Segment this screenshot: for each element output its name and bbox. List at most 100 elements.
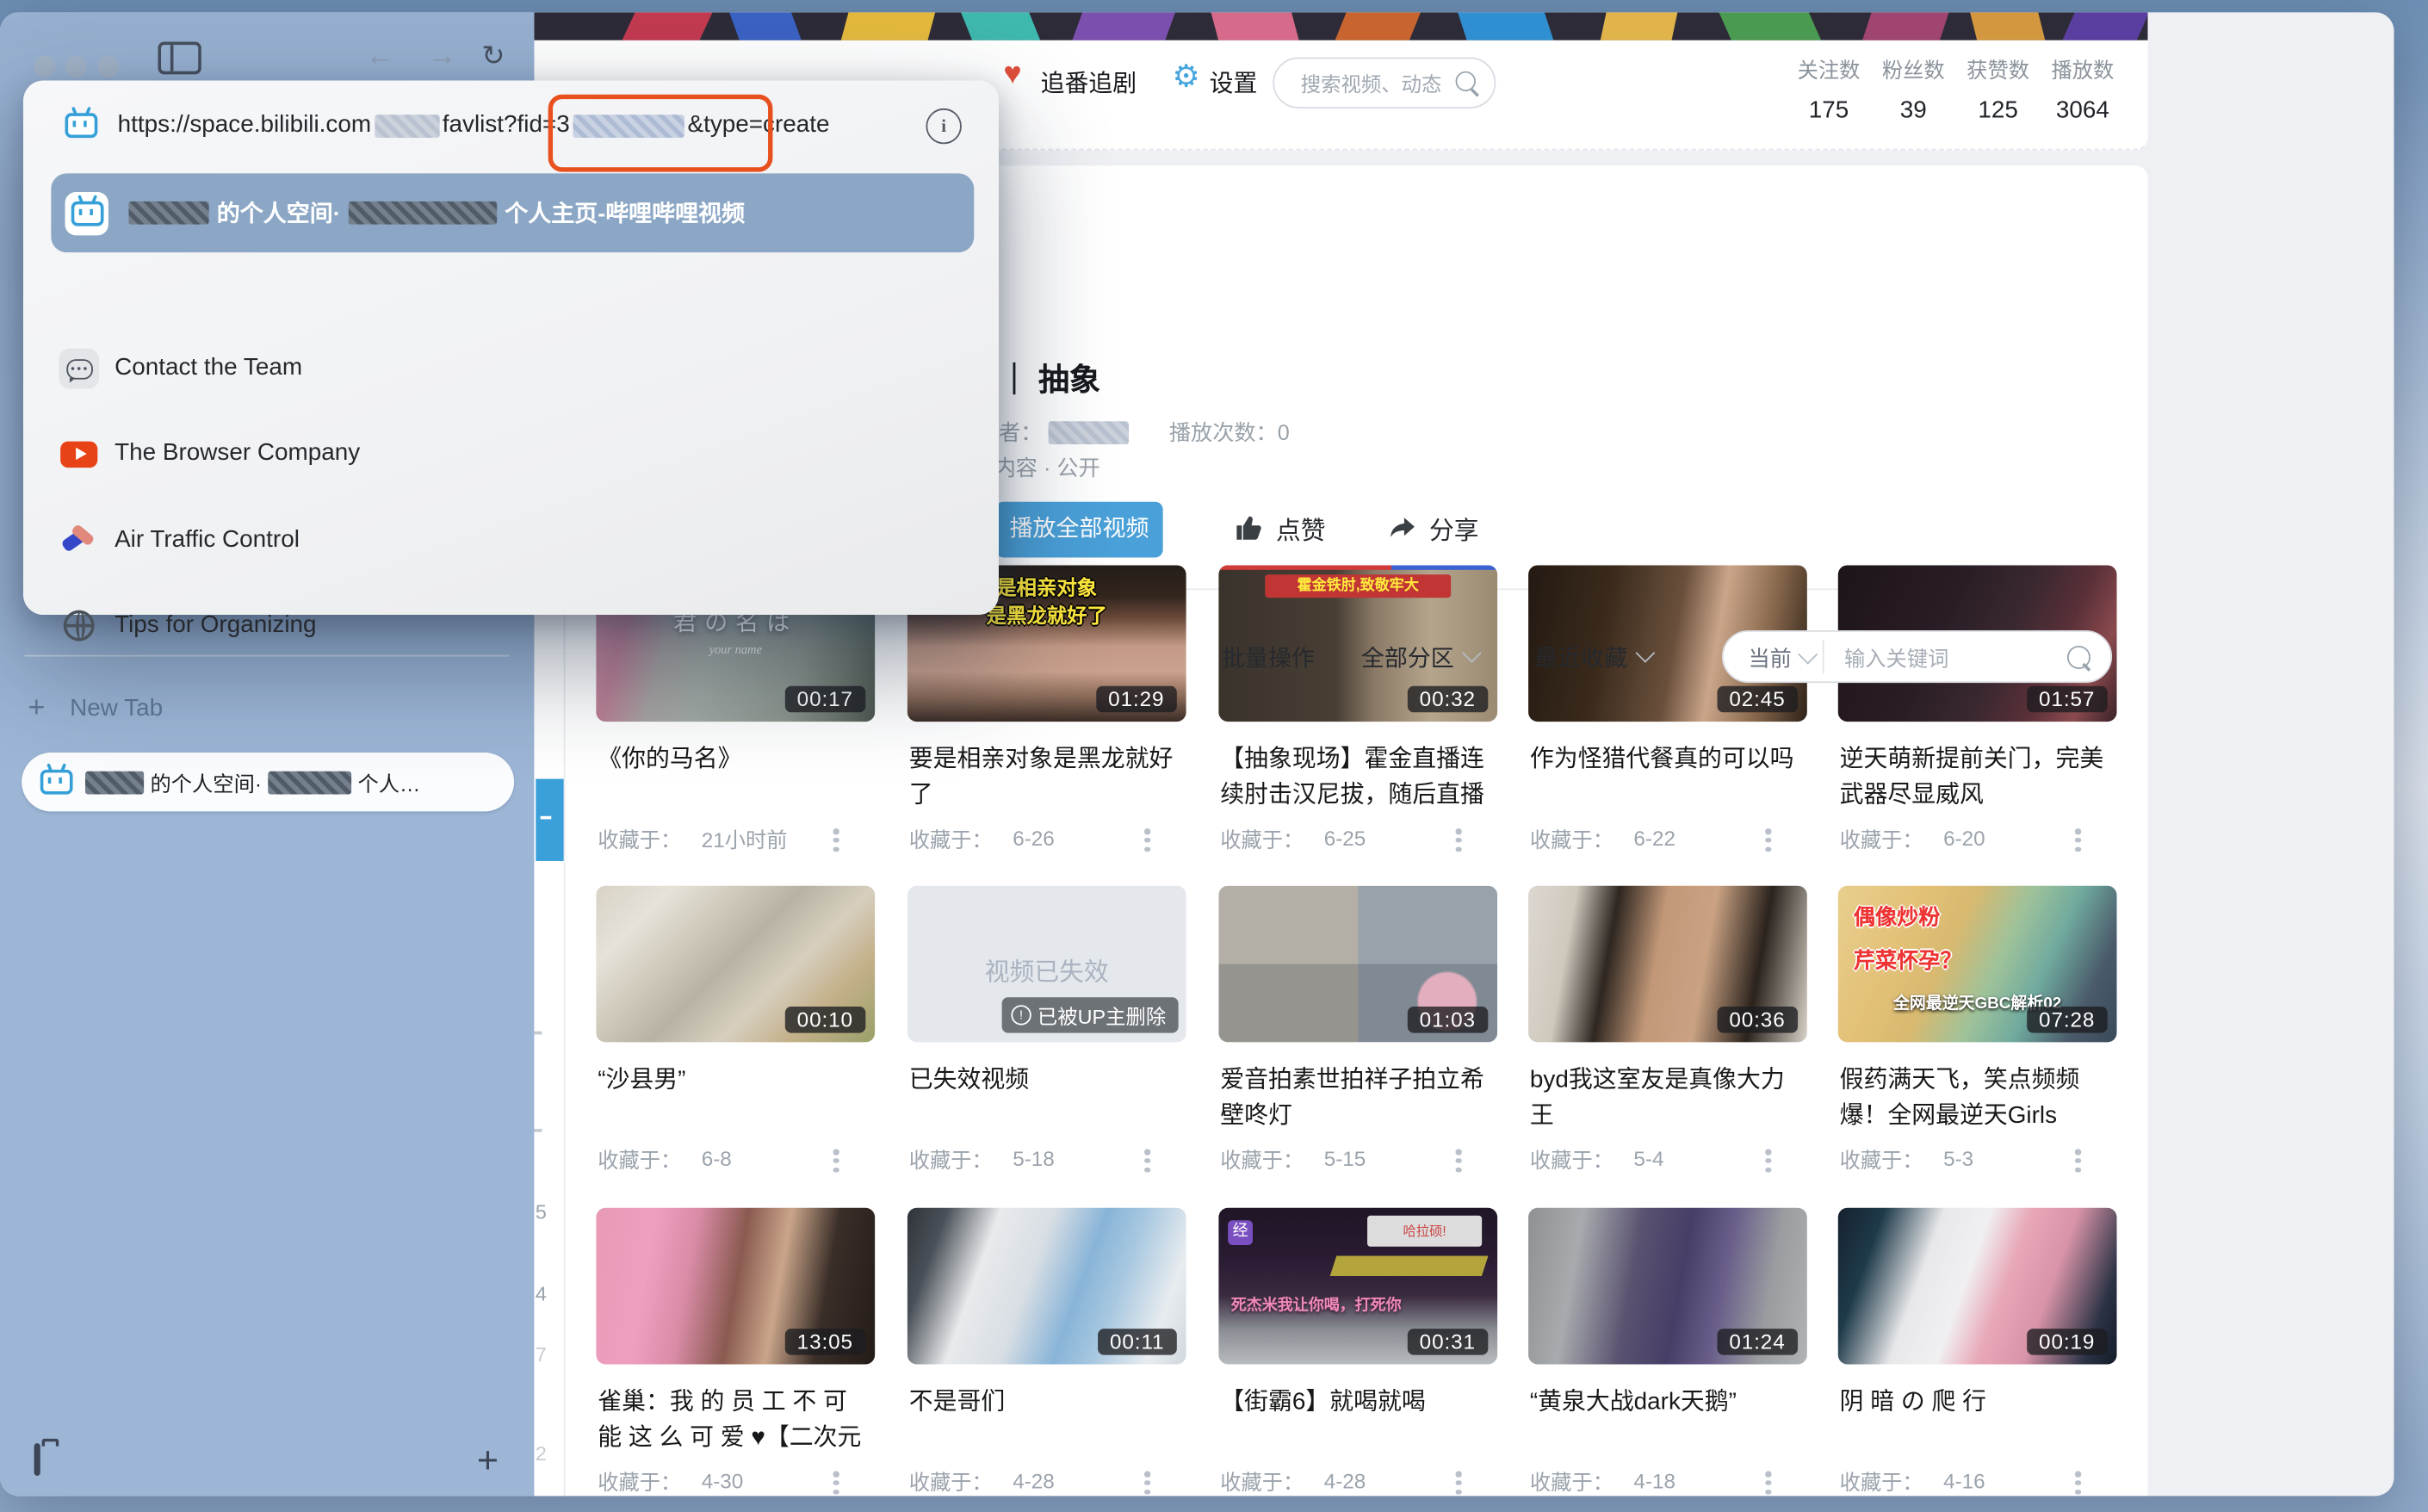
settings-link[interactable]: 设置 bbox=[1210, 65, 1258, 100]
video-card[interactable]: 01:24 “黄泉大战dark天鹅” 收藏于：4-18 bbox=[1528, 1208, 1807, 1497]
more-menu-icon[interactable] bbox=[1765, 1146, 1771, 1176]
active-folder-highlight[interactable] bbox=[536, 779, 563, 861]
more-menu-icon[interactable] bbox=[2075, 1146, 2081, 1176]
more-menu-icon[interactable] bbox=[2075, 1468, 2081, 1496]
back-button[interactable]: ← bbox=[365, 40, 394, 75]
video-thumbnail[interactable]: 00:10 bbox=[596, 886, 875, 1043]
video-title[interactable]: 《你的马名》 bbox=[598, 741, 873, 777]
browser-window: ← → ↻ + New Tab 的个人空间· 个人… + bbox=[0, 12, 2394, 1496]
more-menu-icon[interactable] bbox=[833, 1146, 839, 1176]
folder-count: 2 bbox=[528, 1441, 547, 1465]
video-title[interactable]: byd我这室友是真像大力王 bbox=[1530, 1063, 1806, 1134]
url-text[interactable]: https://space.bilibili.comfavlist?fid=3&… bbox=[118, 111, 830, 139]
video-title[interactable]: 假药满天飞，笑点频频爆！全网最逆天Girls Band Cry解析 bbox=[1840, 1063, 2115, 1134]
keyword-input[interactable] bbox=[1841, 638, 2048, 679]
info-icon[interactable]: i bbox=[926, 108, 961, 144]
video-card[interactable]: 00:10 “沙县男” 收藏于：6-8 bbox=[596, 886, 875, 1193]
traffic-light-minimize[interactable] bbox=[65, 56, 87, 77]
video-card[interactable]: 00:19 阴 暗 の 爬 行 收藏于：4-16 bbox=[1838, 1208, 2117, 1497]
video-card[interactable]: 00:36 byd我这室友是真像大力王 收藏于：5-4 bbox=[1528, 886, 1807, 1193]
deleted-badge: !已被UP主删除 bbox=[1001, 997, 1178, 1032]
more-menu-icon[interactable] bbox=[1144, 1468, 1150, 1496]
suggestion-selected[interactable]: 的个人空间· 个人主页-哔哩哔哩视频 bbox=[51, 173, 974, 252]
video-card[interactable]: 01:03 爱音拍素世拍祥子拍立希壁咚灯 收藏于：5-15 bbox=[1218, 886, 1497, 1193]
suggestion-air-traffic-control[interactable]: Air Traffic Control bbox=[51, 510, 974, 572]
video-thumbnail[interactable]: 13:05 bbox=[596, 1208, 875, 1365]
stat-following[interactable]: 关注数175 bbox=[1793, 53, 1865, 126]
stat-plays[interactable]: 播放数3064 bbox=[2047, 53, 2119, 126]
video-thumbnail[interactable]: 视频已失效 !已被UP主删除 bbox=[907, 886, 1186, 1043]
scope-dropdown[interactable]: 当前 bbox=[1748, 642, 1814, 673]
new-tab-button[interactable]: + New Tab bbox=[28, 691, 508, 728]
stat-followers[interactable]: 粉丝数39 bbox=[1878, 53, 1949, 126]
chat-bubble-icon bbox=[59, 349, 99, 389]
chevron-down-icon bbox=[1635, 643, 1655, 663]
video-title[interactable]: 【抽象现场】霍金直播连续肘击汉尼拔，随后直播间被封 bbox=[1220, 741, 1496, 813]
share-button[interactable]: 分享 bbox=[1387, 510, 1478, 547]
space-search-input[interactable] bbox=[1298, 64, 1451, 104]
more-menu-icon[interactable] bbox=[1765, 1468, 1771, 1496]
tab-bilibili-space[interactable]: 的个人空间· 个人… bbox=[22, 753, 514, 811]
folder-tick bbox=[534, 1129, 542, 1132]
video-title[interactable]: 阴 暗 の 爬 行 bbox=[1840, 1385, 2115, 1420]
keyword-search[interactable]: 当前 bbox=[1722, 630, 2112, 683]
sort-dropdown[interactable]: 最近收藏 bbox=[1534, 641, 1652, 674]
video-card[interactable]: 13:05 雀巢：我 的 员 工 不 可 能 这 么 可 爱 ♥【二次元爆改 收… bbox=[596, 1208, 875, 1497]
url-bar[interactable]: https://space.bilibili.comfavlist?fid=3&… bbox=[23, 81, 999, 170]
video-title[interactable]: “黄泉大战dark天鹅” bbox=[1530, 1385, 1806, 1420]
video-card[interactable]: 00:11 不是哥们 收藏于：4-28 bbox=[907, 1208, 1186, 1497]
chevron-down-icon bbox=[1462, 643, 1482, 663]
video-thumbnail[interactable]: 偶像炒粉 芹菜怀孕？ 全网最逆天GBC解析02 07:28 bbox=[1838, 886, 2117, 1043]
more-menu-icon[interactable] bbox=[1456, 1468, 1462, 1496]
category-dropdown[interactable]: 全部分区 bbox=[1361, 641, 1479, 674]
stat-likes[interactable]: 获赞数125 bbox=[1962, 53, 2034, 126]
video-thumbnail[interactable]: 01:24 bbox=[1528, 1208, 1807, 1365]
suggestion-browser-company[interactable]: The Browser Company bbox=[51, 423, 974, 485]
more-menu-icon[interactable] bbox=[2075, 826, 2081, 856]
video-title[interactable]: 【街霸6】就喝就喝 bbox=[1220, 1385, 1496, 1420]
video-thumbnail[interactable]: 00:36 bbox=[1528, 886, 1807, 1043]
more-menu-icon[interactable] bbox=[1765, 826, 1771, 856]
sidebar-toggle-icon[interactable] bbox=[158, 42, 201, 75]
video-title[interactable]: 要是相亲对象是黑龙就好了 bbox=[909, 741, 1185, 813]
video-title[interactable]: 已失效视频 bbox=[909, 1063, 1185, 1098]
video-card[interactable]: 经 哈拉硕! 死杰米我让你喝，打死你 00:31 【街霸6】就喝就喝 收藏于：4… bbox=[1218, 1208, 1497, 1497]
video-card[interactable]: 02:45 作为怪猎代餐真的可以吗 收藏于：6-22 bbox=[1528, 565, 1807, 871]
video-card-invalid[interactable]: 视频已失效 !已被UP主删除 已失效视频 收藏于：5-18 bbox=[907, 886, 1186, 1193]
play-all-button[interactable]: 播放全部视频 bbox=[995, 502, 1162, 558]
more-menu-icon[interactable] bbox=[1456, 826, 1462, 856]
video-title[interactable]: “沙县男” bbox=[598, 1063, 873, 1098]
forward-button[interactable]: → bbox=[427, 40, 456, 75]
folder-tick bbox=[534, 1032, 542, 1035]
video-thumbnail[interactable]: 00:11 bbox=[907, 1208, 1186, 1365]
follow-bangumi-link[interactable]: 追番追剧 bbox=[1041, 65, 1137, 100]
video-card[interactable]: 霍金铁肘,致敬牢大 00:32 【抽象现场】霍金直播连续肘击汉尼拔，随后直播间被… bbox=[1218, 565, 1497, 871]
reload-button[interactable]: ↻ bbox=[481, 40, 505, 73]
batch-actions-button[interactable]: 批量操作 bbox=[1222, 641, 1315, 674]
video-thumbnail[interactable]: 00:19 bbox=[1838, 1208, 2117, 1365]
more-menu-icon[interactable] bbox=[1144, 1146, 1150, 1176]
video-card[interactable]: 01:57 逆天萌新提前关门，完美武器尽显威风 收藏于：6-20 bbox=[1838, 565, 2117, 871]
more-menu-icon[interactable] bbox=[833, 826, 839, 856]
like-button[interactable]: 点赞 bbox=[1234, 510, 1325, 547]
suggestion-contact-team[interactable]: Contact the Team bbox=[51, 338, 974, 400]
more-menu-icon[interactable] bbox=[833, 1468, 839, 1496]
traffic-light-close[interactable] bbox=[34, 56, 56, 77]
video-title[interactable]: 爱音拍素世拍祥子拍立希壁咚灯 bbox=[1220, 1063, 1496, 1134]
video-title[interactable]: 逆天萌新提前关门，完美武器尽显威风 bbox=[1840, 741, 2115, 813]
library-icon bbox=[34, 1443, 40, 1476]
video-title[interactable]: 作为怪猎代餐真的可以吗 bbox=[1530, 741, 1806, 777]
traffic-light-zoom[interactable] bbox=[97, 56, 119, 77]
saved-date: 收藏于：6-8 bbox=[598, 1143, 873, 1174]
more-menu-icon[interactable] bbox=[1144, 826, 1150, 856]
video-title[interactable]: 雀巢：我 的 员 工 不 可 能 这 么 可 爱 ♥【二次元爆改 bbox=[598, 1385, 873, 1456]
video-title[interactable]: 不是哥们 bbox=[909, 1385, 1185, 1420]
library-button[interactable] bbox=[34, 1447, 40, 1474]
video-thumbnail[interactable]: 经 哈拉硕! 死杰米我让你喝，打死你 00:31 bbox=[1218, 1208, 1497, 1365]
space-search[interactable] bbox=[1273, 58, 1496, 108]
video-card[interactable]: 偶像炒粉 芹菜怀孕？ 全网最逆天GBC解析02 07:28 假药满天飞，笑点频频… bbox=[1838, 886, 2117, 1193]
video-thumbnail[interactable]: 01:03 bbox=[1218, 886, 1497, 1043]
more-menu-icon[interactable] bbox=[1456, 1146, 1462, 1176]
add-tab-button[interactable]: + bbox=[477, 1441, 499, 1484]
suggestion-tips-organizing[interactable]: Tips for Organizing bbox=[51, 595, 974, 657]
